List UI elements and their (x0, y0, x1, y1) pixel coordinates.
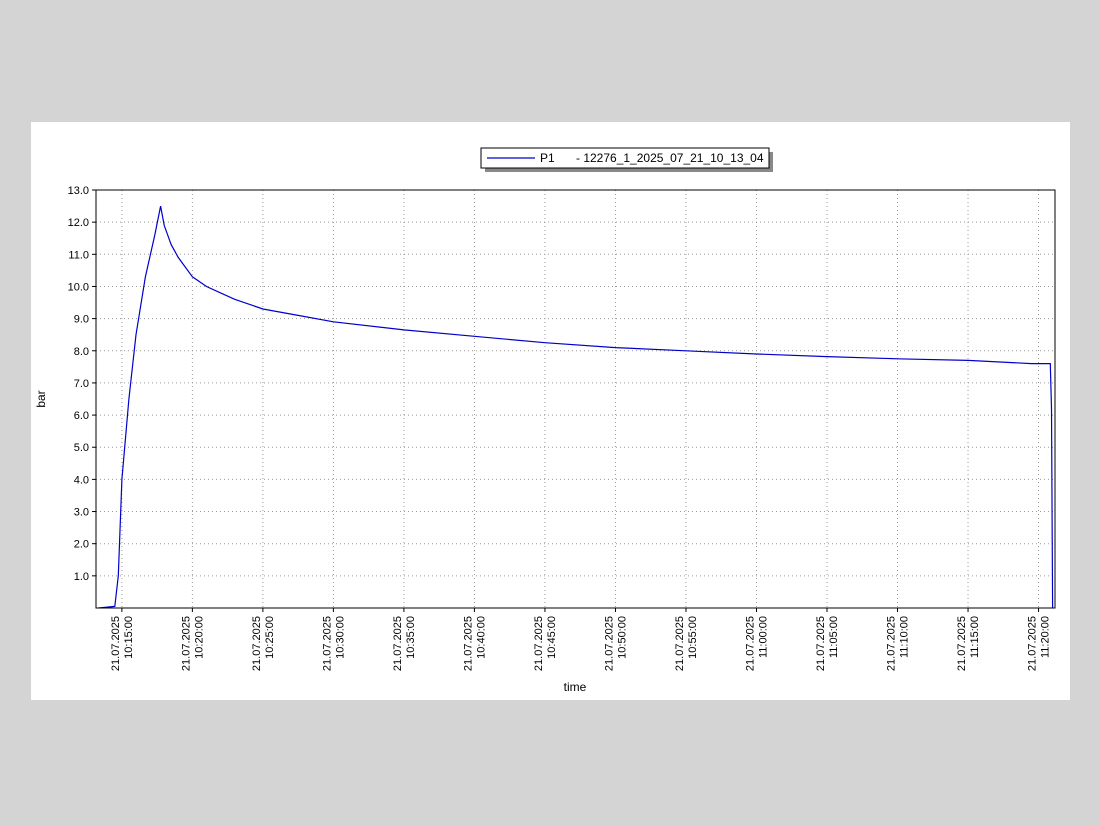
y-tick-label: 3.0 (74, 507, 89, 519)
x-tick-time: 10:25:00 (264, 616, 276, 659)
y-tick-label: 7.0 (74, 378, 89, 390)
legend-series-suffix: - 12276_1_2025_07_21_10_13_04 (576, 151, 764, 165)
x-tick-date: 21.07.2025 (392, 616, 404, 671)
plot-area-border (95, 189, 1056, 609)
y-tick-label: 9.0 (74, 314, 89, 326)
grid-lines (96, 189, 1055, 608)
x-tick-time: 10:40:00 (475, 616, 487, 659)
x-tick-time: 11:10:00 (899, 616, 911, 658)
x-tick-date: 21.07.2025 (180, 616, 192, 671)
x-tick-date: 21.07.2025 (462, 616, 474, 671)
y-axis-label: bar (34, 390, 48, 407)
line-chart: 1.0 2.0 3.0 4.0 5.0 6.0 7.0 8.0 9.0 10.0 11.0 12.0 1… (34, 147, 1056, 694)
x-tick-date: 21.07.2025 (321, 616, 333, 671)
series-line-p1 (98, 205, 1054, 609)
x-tick-date: 21.07.2025 (886, 616, 898, 671)
y-tick-label: 4.0 (74, 474, 89, 486)
y-tick-label: 10.0 (68, 281, 89, 293)
x-tick-time: 10:55:00 (687, 616, 699, 659)
x-tick-time: 10:30:00 (334, 616, 346, 659)
x-tick-date: 21.07.2025 (251, 616, 263, 671)
y-tick-label: 8.0 (74, 346, 89, 358)
x-tick-time: 10:15:00 (123, 616, 135, 659)
x-tick-date: 21.07.2025 (533, 616, 545, 671)
x-tick-label: 21.07.2025 11:05:00 (815, 616, 840, 671)
x-tick-time: 11:15:00 (969, 616, 981, 658)
y-axis-ticks: 1.0 2.0 3.0 4.0 5.0 6.0 7.0 8.0 9.0 10.0 11.0 12.0 1… (68, 185, 96, 583)
chart-panel: 1.0 2.0 3.0 4.0 5.0 6.0 7.0 8.0 9.0 10.0 11.0 12.0 1… (31, 122, 1070, 700)
x-tick-date: 21.07.2025 (110, 616, 122, 671)
y-tick-label: 6.0 (74, 410, 89, 422)
x-tick-time: 10:20:00 (193, 616, 205, 659)
legend-series-name: P1 (540, 151, 555, 165)
x-tick-label: 21.07.2025 10:45:00 (533, 616, 558, 671)
x-tick-time: 11:05:00 (828, 616, 840, 658)
x-tick-label: 21.07.2025 10:40:00 (462, 616, 487, 671)
x-tick-date: 21.07.2025 (744, 616, 756, 671)
x-tick-date: 21.07.2025 (674, 616, 686, 671)
y-tick-label: 5.0 (74, 442, 89, 454)
x-axis-label: time (564, 680, 587, 694)
x-tick-label: 21.07.2025 10:20:00 (180, 616, 205, 671)
y-tick-label: 11.0 (68, 249, 89, 261)
x-tick-label: 21.07.2025 10:50:00 (603, 616, 628, 671)
x-tick-date: 21.07.2025 (956, 616, 968, 671)
x-tick-time: 10:45:00 (546, 616, 558, 659)
y-tick-label: 1.0 (74, 571, 89, 583)
x-tick-label: 21.07.2025 10:25:00 (251, 616, 276, 671)
x-tick-label: 21.07.2025 10:35:00 (392, 616, 417, 671)
y-tick-label: 13.0 (68, 185, 89, 197)
legend: P1 - 12276_1_2025_07_21_10_13_04 (480, 147, 773, 172)
x-tick-label: 21.07.2025 10:30:00 (321, 616, 346, 671)
x-tick-date: 21.07.2025 (815, 616, 827, 671)
x-tick-time: 10:50:00 (616, 616, 628, 659)
y-tick-label: 2.0 (74, 539, 89, 551)
x-tick-label: 21.07.2025 11:00:00 (744, 616, 769, 671)
x-tick-time: 10:35:00 (405, 616, 417, 659)
x-tick-date: 21.07.2025 (1027, 616, 1039, 671)
x-tick-date: 21.07.2025 (603, 616, 615, 671)
x-tick-label: 21.07.2025 11:20:00 (1027, 616, 1052, 671)
x-tick-label: 21.07.2025 11:15:00 (956, 616, 981, 671)
x-tick-time: 11:20:00 (1040, 616, 1052, 658)
x-tick-label: 21.07.2025 11:10:00 (886, 616, 911, 671)
x-axis-ticks: 21.07.2025 10:15:00 21.07.2025 10:20:00 21.0… (110, 608, 1052, 671)
x-tick-label: 21.07.2025 10:55:00 (674, 616, 699, 671)
y-tick-label: 12.0 (68, 217, 89, 229)
x-tick-label: 21.07.2025 10:15:00 (110, 616, 135, 671)
x-tick-time: 11:00:00 (757, 616, 769, 658)
